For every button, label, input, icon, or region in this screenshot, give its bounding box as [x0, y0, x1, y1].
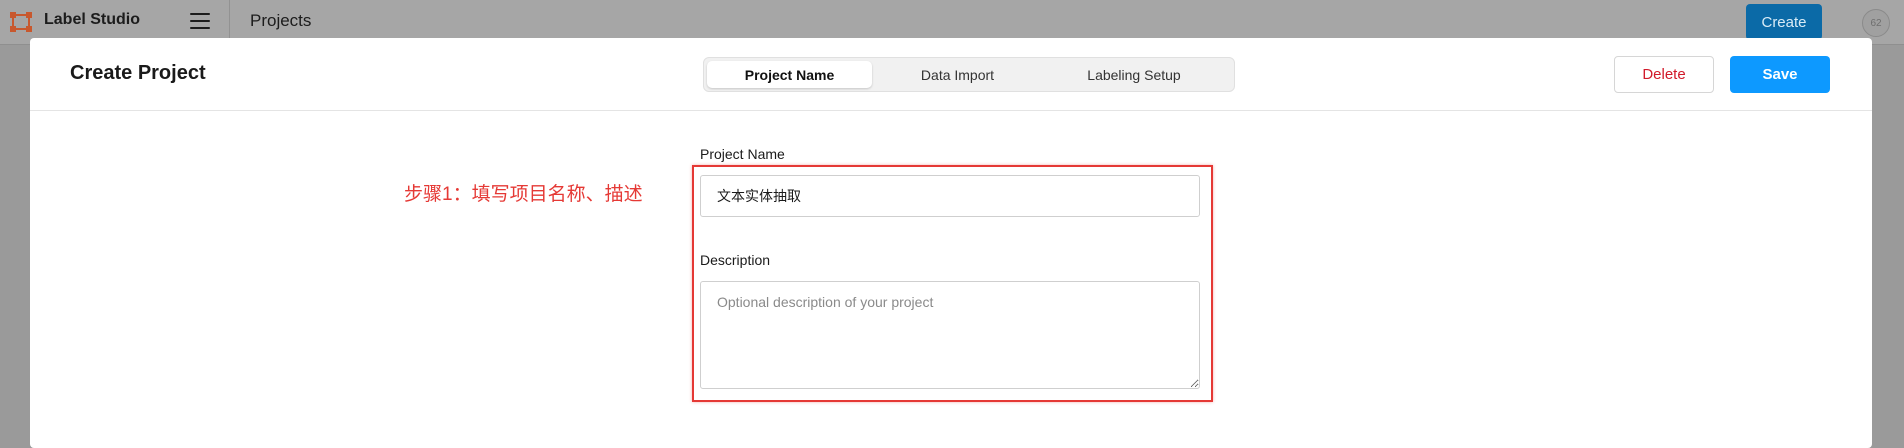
avatar[interactable]: 62 [1862, 9, 1890, 37]
app-name: Label Studio [44, 11, 140, 28]
description-textarea[interactable] [700, 281, 1200, 389]
page-title: Projects [250, 11, 312, 30]
save-button[interactable]: Save [1730, 56, 1830, 93]
create-project-modal: Create Project Project Name Data Import … [30, 38, 1872, 448]
project-name-label: Project Name [700, 146, 785, 162]
description-label: Description [700, 252, 771, 268]
project-name-input[interactable] [700, 175, 1200, 217]
delete-button[interactable]: Delete [1614, 56, 1714, 93]
modal-header: Create Project Project Name Data Import … [30, 38, 1872, 111]
step-annotation: 步骤1：填写项目名称、描述 [404, 184, 643, 205]
label-studio-logo-icon[interactable] [10, 12, 32, 32]
tab-labeling-setup[interactable]: Labeling Setup [1044, 61, 1224, 88]
wizard-tabs: Project Name Data Import Labeling Setup [703, 57, 1235, 92]
modal-title: Create Project [70, 62, 206, 84]
tab-data-import[interactable]: Data Import [875, 61, 1040, 88]
tab-project-name[interactable]: Project Name [707, 61, 872, 88]
create-project-button[interactable]: Create [1746, 4, 1822, 40]
hamburger-menu-icon[interactable] [190, 13, 210, 31]
